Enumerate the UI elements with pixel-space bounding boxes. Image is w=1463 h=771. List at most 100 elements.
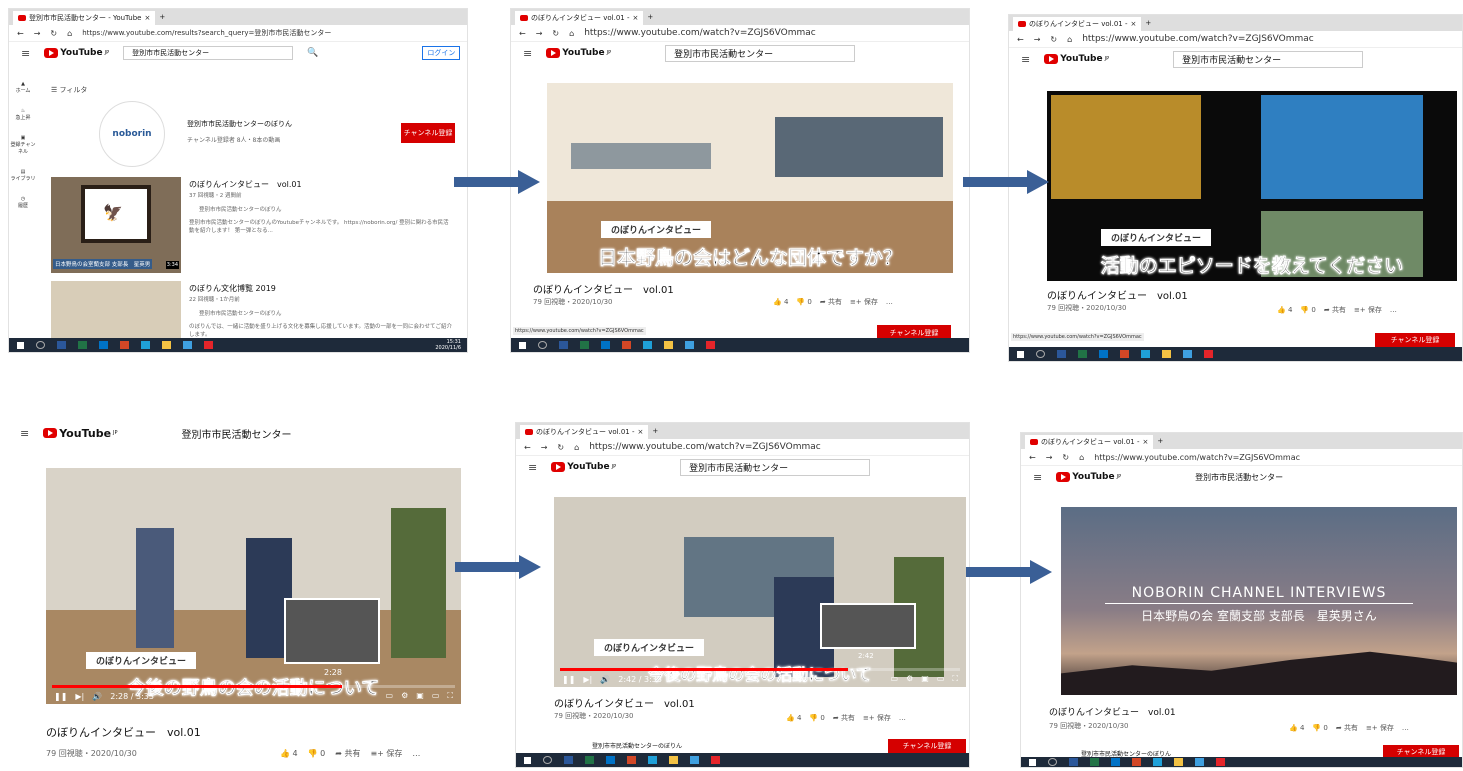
channel-result[interactable]: noborin 登別市市民活動センターのぼりん チャンネル登録者 8人・8本の動… — [51, 101, 461, 173]
home-icon[interactable]: ⌂ — [1079, 453, 1084, 462]
excel-icon[interactable] — [1078, 350, 1087, 358]
photos-icon[interactable] — [1183, 350, 1192, 358]
search-icon[interactable] — [36, 341, 45, 349]
address-bar[interactable]: ← → ↻ ⌂ https://www.youtube.com/watch?v=ZGJ… — [516, 439, 969, 456]
excel-icon[interactable] — [580, 341, 589, 349]
search-icon[interactable] — [1048, 758, 1057, 766]
system-clock[interactable]: 15:31 2020/11/6 — [435, 339, 461, 351]
back-icon[interactable]: ← — [519, 29, 526, 38]
browser-tab[interactable]: のぼりんインタビュー vol.01 - × — [1025, 435, 1154, 449]
sidebar-item-subscriptions[interactable]: ▣ 登録チャンネル — [9, 135, 37, 155]
more-button[interactable]: … — [1390, 306, 1397, 314]
edge-icon[interactable] — [648, 756, 657, 764]
browser-tab[interactable]: のぼりんインタビュー vol.01 - × — [1013, 17, 1142, 31]
url-text[interactable]: https://www.youtube.com/results?search_q… — [82, 28, 331, 38]
back-icon[interactable]: ← — [524, 443, 531, 452]
acrobat-icon[interactable] — [711, 756, 720, 764]
outlook-icon[interactable] — [601, 341, 610, 349]
close-tab-icon[interactable]: × — [1142, 438, 1148, 446]
edge-icon[interactable] — [1153, 758, 1162, 766]
search-input[interactable]: 登別市市民活動センター — [665, 44, 856, 62]
dislike-button[interactable]: 👎 0 — [796, 298, 811, 306]
acrobat-icon[interactable] — [204, 341, 213, 349]
address-bar[interactable]: ← → ↻ ⌂ https://www.youtube.com/results?sea… — [9, 25, 467, 42]
share-button[interactable]: ➦ 共有 — [1336, 723, 1358, 733]
video-thumbnail[interactable]: 🦅 日本野鳥の会室蘭支部 支部長 星英男 3:34 — [51, 177, 181, 273]
result-item-1[interactable]: 🦅 日本野鳥の会室蘭支部 支部長 星英男 3:34 のぼりんインタビュー vol… — [51, 177, 461, 273]
video-player[interactable]: 2:42 のぼりんインタビュー 今後の野鳥の会の活動について ❚❚ ▶| 🔊 2:4… — [554, 497, 966, 687]
folder-icon[interactable] — [664, 341, 673, 349]
search-input[interactable]: 登別市市民活動センター — [1195, 472, 1283, 483]
word-icon[interactable] — [564, 756, 573, 764]
sidebar-item-history[interactable]: ◷ 履歴 — [9, 196, 37, 209]
like-button[interactable]: 👍 4 — [1289, 724, 1304, 732]
like-button[interactable]: 👍 4 — [786, 714, 801, 722]
edge-icon[interactable] — [141, 341, 150, 349]
miniplayer-icon[interactable]: ▣ — [921, 674, 929, 684]
settings-icon[interactable]: ⚙ — [906, 674, 913, 684]
video-player[interactable]: NOBORIN CHANNEL INTERVIEWS 日本野鳥の会 室蘭支部 支… — [1061, 507, 1457, 695]
result-title[interactable]: のぼりんインタビュー vol.01 — [189, 179, 302, 190]
volume-icon[interactable]: 🔊 — [600, 675, 610, 684]
new-tab-button[interactable]: + — [159, 13, 165, 21]
like-button[interactable]: 👍 4 — [280, 749, 298, 758]
youtube-logo[interactable]: YouTube JP — [551, 462, 616, 472]
dislike-button[interactable]: 👎 0 — [1312, 724, 1327, 732]
search-input[interactable]: 登別市市民活動センター — [680, 458, 871, 476]
back-icon[interactable]: ← — [1029, 453, 1036, 462]
subtitles-icon[interactable]: ▭ — [386, 691, 394, 701]
home-icon[interactable]: ⌂ — [574, 443, 579, 452]
more-button[interactable]: … — [1402, 724, 1409, 732]
url-text[interactable]: https://www.youtube.com/watch?v=ZGJS6VOm… — [1082, 34, 1314, 44]
photos-icon[interactable] — [183, 341, 192, 349]
forward-icon[interactable]: → — [1046, 453, 1053, 462]
forward-icon[interactable]: → — [34, 29, 41, 38]
reload-icon[interactable]: ↻ — [1050, 35, 1057, 44]
acrobat-icon[interactable] — [706, 341, 715, 349]
next-icon[interactable]: ▶| — [583, 675, 592, 684]
channel-name[interactable]: 登別市市民活動センターのぼりん — [187, 119, 292, 129]
folder-icon[interactable] — [1162, 350, 1171, 358]
forward-icon[interactable]: → — [1034, 35, 1041, 44]
word-icon[interactable] — [559, 341, 568, 349]
search-input[interactable]: 登別市市民活動センター — [182, 426, 292, 441]
menu-icon[interactable]: ≡ — [528, 461, 537, 474]
home-icon[interactable]: ⌂ — [569, 29, 574, 38]
save-button[interactable]: ≡+ 保存 — [1354, 305, 1382, 315]
excel-icon[interactable] — [78, 341, 87, 349]
share-button[interactable]: ➦ 共有 — [1324, 305, 1346, 315]
channel-avatar[interactable]: noborin — [99, 101, 165, 167]
excel-icon[interactable] — [1090, 758, 1099, 766]
more-button[interactable]: … — [412, 749, 420, 758]
excel-icon[interactable] — [585, 756, 594, 764]
address-bar[interactable]: ← → ↻ ⌂ https://www.youtube.com/watch?v=ZGJ… — [1009, 31, 1462, 48]
close-tab-icon[interactable]: × — [637, 428, 643, 436]
url-text[interactable]: https://www.youtube.com/watch?v=ZGJS6VOm… — [584, 28, 816, 38]
search-input[interactable]: 登別市市民活動センター — [123, 46, 294, 60]
windows-start-icon[interactable] — [1017, 350, 1024, 358]
close-tab-icon[interactable]: × — [632, 14, 638, 22]
video-thumbnail[interactable] — [51, 281, 181, 341]
url-text[interactable]: https://www.youtube.com/watch?v=ZGJS6VOm… — [1094, 453, 1300, 462]
menu-icon[interactable]: ≡ — [21, 47, 30, 60]
powerpoint-icon[interactable] — [1120, 350, 1129, 358]
menu-icon[interactable]: ≡ — [1021, 53, 1030, 66]
outlook-icon[interactable] — [1099, 350, 1108, 358]
next-icon[interactable]: ▶| — [75, 692, 84, 701]
channel-name[interactable]: 登別市市民活動センターのぼりん — [592, 741, 682, 750]
more-button[interactable]: … — [899, 714, 906, 722]
new-tab-button[interactable]: + — [1145, 19, 1151, 27]
reload-icon[interactable]: ↻ — [557, 443, 564, 452]
photos-icon[interactable] — [690, 756, 699, 764]
subscribe-button[interactable]: チャンネル登録 — [1375, 333, 1455, 347]
back-icon[interactable]: ← — [17, 29, 24, 38]
result-title[interactable]: のぼりん文化博覧 2019 — [189, 283, 276, 294]
forward-icon[interactable]: → — [541, 443, 548, 452]
pause-icon[interactable]: ❚❚ — [54, 692, 67, 701]
video-player[interactable]: のぼりんインタビュー 日本野鳥の会はどんな団体ですか？ — [547, 83, 953, 273]
volume-icon[interactable]: 🔊 — [92, 692, 102, 701]
acrobat-icon[interactable] — [1204, 350, 1213, 358]
subscribe-button[interactable]: チャンネル登録 — [888, 739, 966, 753]
outlook-icon[interactable] — [1111, 758, 1120, 766]
search-icon[interactable] — [538, 341, 547, 349]
